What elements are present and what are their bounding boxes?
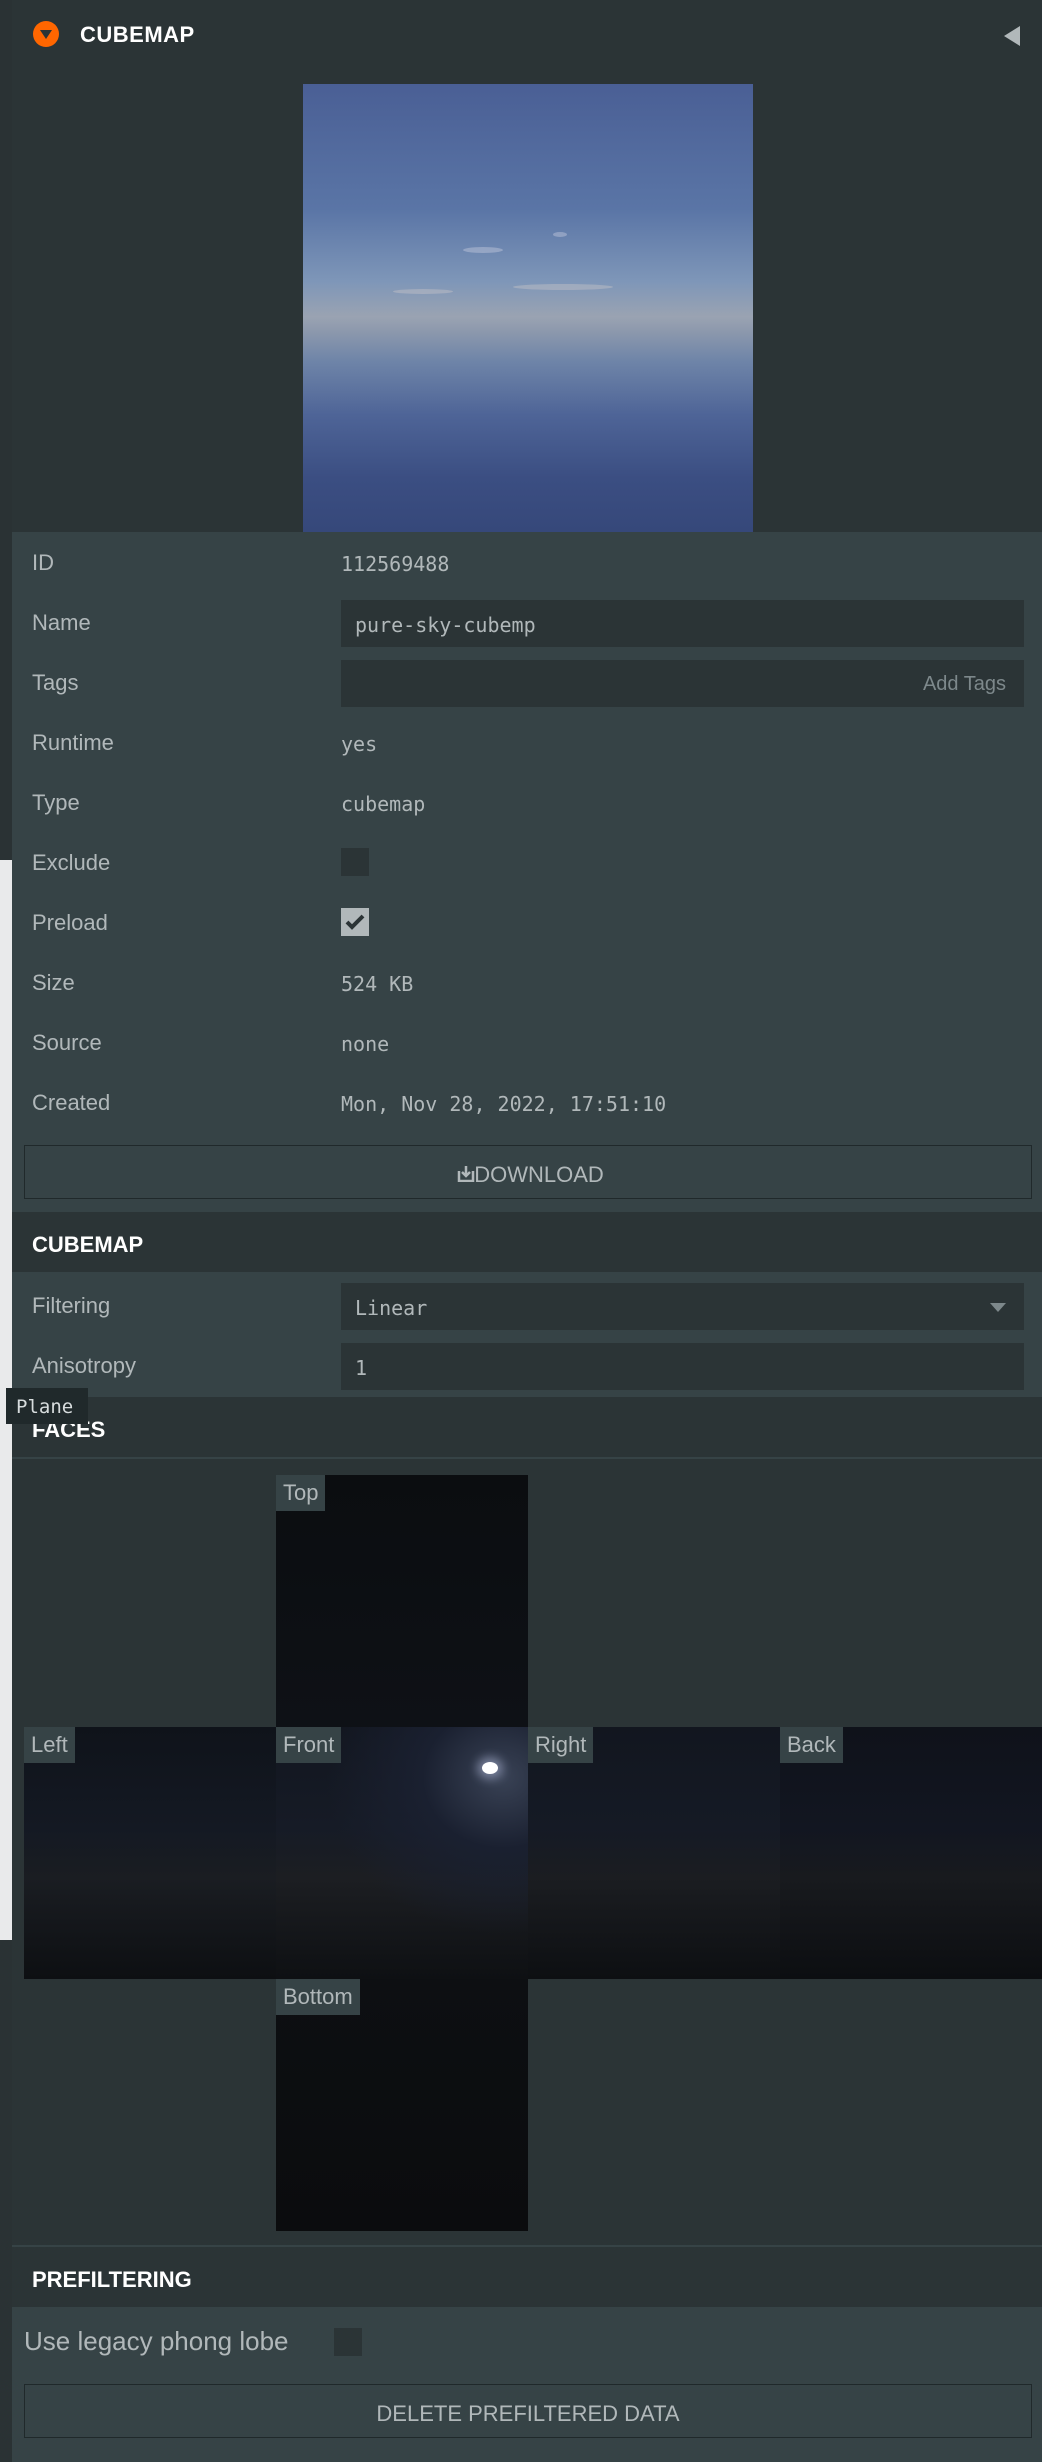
tags-placeholder: Add Tags — [922, 673, 1006, 695]
property-runtime: Runtime yes — [12, 712, 1042, 772]
panel-title: CUBEMAP — [80, 22, 195, 47]
property-name: Name pure-sky-cubemp — [12, 592, 1042, 652]
legacy-phong-label: Use legacy phong lobe — [24, 2326, 289, 2356]
face-right[interactable]: Right — [528, 1727, 780, 1979]
chevron-down-icon — [990, 1303, 1006, 1312]
name-input[interactable]: pure-sky-cubemp — [341, 600, 1024, 647]
filtering-label: Filtering — [32, 1293, 111, 1318]
source-value: none — [341, 1032, 390, 1056]
sun-glow — [482, 1762, 498, 1774]
face-left-label: Left — [24, 1727, 75, 1763]
size-value: 524 KB — [341, 972, 414, 996]
prefiltering-section-header: PREFILTERING — [12, 2247, 1042, 2307]
property-size: Size 524 KB — [12, 952, 1042, 1012]
tooltip: Plane — [6, 1388, 88, 1424]
property-id: ID 112569488 — [12, 532, 1042, 592]
runtime-value: yes — [341, 732, 378, 756]
property-preload: Preload — [12, 892, 1042, 952]
face-bottom-label: Bottom — [276, 1979, 360, 2015]
created-label: Created — [32, 1090, 111, 1115]
face-front-label: Front — [276, 1727, 342, 1763]
preload-checkbox[interactable] — [341, 908, 369, 936]
face-right-label: Right — [528, 1727, 594, 1763]
filtering-value: Linear — [355, 1296, 428, 1320]
tooltip-text: Plane — [16, 1396, 74, 1418]
source-label: Source — [32, 1030, 102, 1055]
asset-type-icon[interactable] — [33, 21, 59, 47]
prefiltering-section-title: PREFILTERING — [32, 2267, 192, 2292]
size-label: Size — [32, 970, 75, 995]
face-back[interactable]: Back — [780, 1727, 1042, 1979]
download-button[interactable]: DOWNLOAD — [24, 1145, 1032, 1199]
viewport-edge — [0, 0, 12, 2462]
type-label: Type — [32, 790, 80, 815]
faces-section-header: FACES — [12, 1397, 1042, 1457]
property-exclude: Exclude — [12, 832, 1042, 892]
runtime-label: Runtime — [32, 730, 114, 755]
face-back-label: Back — [780, 1727, 843, 1763]
property-filtering: Filtering Linear — [12, 1275, 1042, 1335]
filtering-select[interactable]: Linear — [341, 1283, 1024, 1330]
property-type: Type cubemap — [12, 772, 1042, 832]
exclude-checkbox[interactable] — [341, 848, 369, 876]
created-value: Mon, Nov 28, 2022, 17:51:10 — [341, 1092, 667, 1116]
cubemap-preview — [303, 84, 753, 532]
face-bottom[interactable]: Bottom — [276, 1979, 528, 2231]
type-value: cubemap — [341, 792, 426, 816]
property-created: Created Mon, Nov 28, 2022, 17:51:10 — [12, 1072, 1042, 1132]
collapse-panel-icon[interactable] — [1004, 26, 1020, 46]
exclude-label: Exclude — [32, 850, 111, 875]
property-tags: Tags Add Tags — [12, 652, 1042, 712]
id-label: ID — [32, 550, 54, 575]
property-source: Source none — [12, 1012, 1042, 1072]
face-top-label: Top — [276, 1475, 326, 1511]
property-legacy-phong: Use legacy phong lobe — [12, 2310, 1042, 2370]
anisotropy-input[interactable]: 1 — [341, 1343, 1024, 1390]
anisotropy-value: 1 — [355, 1356, 368, 1380]
property-anisotropy: Anisotropy 1 — [12, 1335, 1042, 1395]
cubemap-section-header: CUBEMAP — [12, 1212, 1042, 1272]
tags-input[interactable]: Add Tags — [341, 660, 1024, 707]
cubemap-section-title: CUBEMAP — [32, 1232, 144, 1257]
delete-prefiltered-label: DELETE PREFILTERED DATA — [376, 2401, 680, 2426]
inspector-panel: CUBEMAP ID 112569488 Name pure-sky-cubem… — [12, 0, 1042, 2462]
download-label: DOWNLOAD — [474, 1162, 604, 1187]
preload-label: Preload — [32, 910, 108, 935]
anisotropy-label: Anisotropy — [32, 1353, 136, 1378]
face-top[interactable]: Top — [276, 1475, 528, 1727]
face-left[interactable]: Left — [24, 1727, 276, 1979]
name-input-value: pure-sky-cubemp — [355, 613, 536, 637]
name-label: Name — [32, 610, 91, 635]
checkmark-icon — [345, 914, 365, 930]
tags-label: Tags — [32, 670, 79, 695]
panel-header: CUBEMAP — [12, 0, 1042, 70]
legacy-phong-checkbox[interactable] — [334, 2328, 362, 2356]
delete-prefiltered-button[interactable]: DELETE PREFILTERED DATA — [24, 2384, 1032, 2438]
id-value: 112569488 — [341, 552, 450, 576]
